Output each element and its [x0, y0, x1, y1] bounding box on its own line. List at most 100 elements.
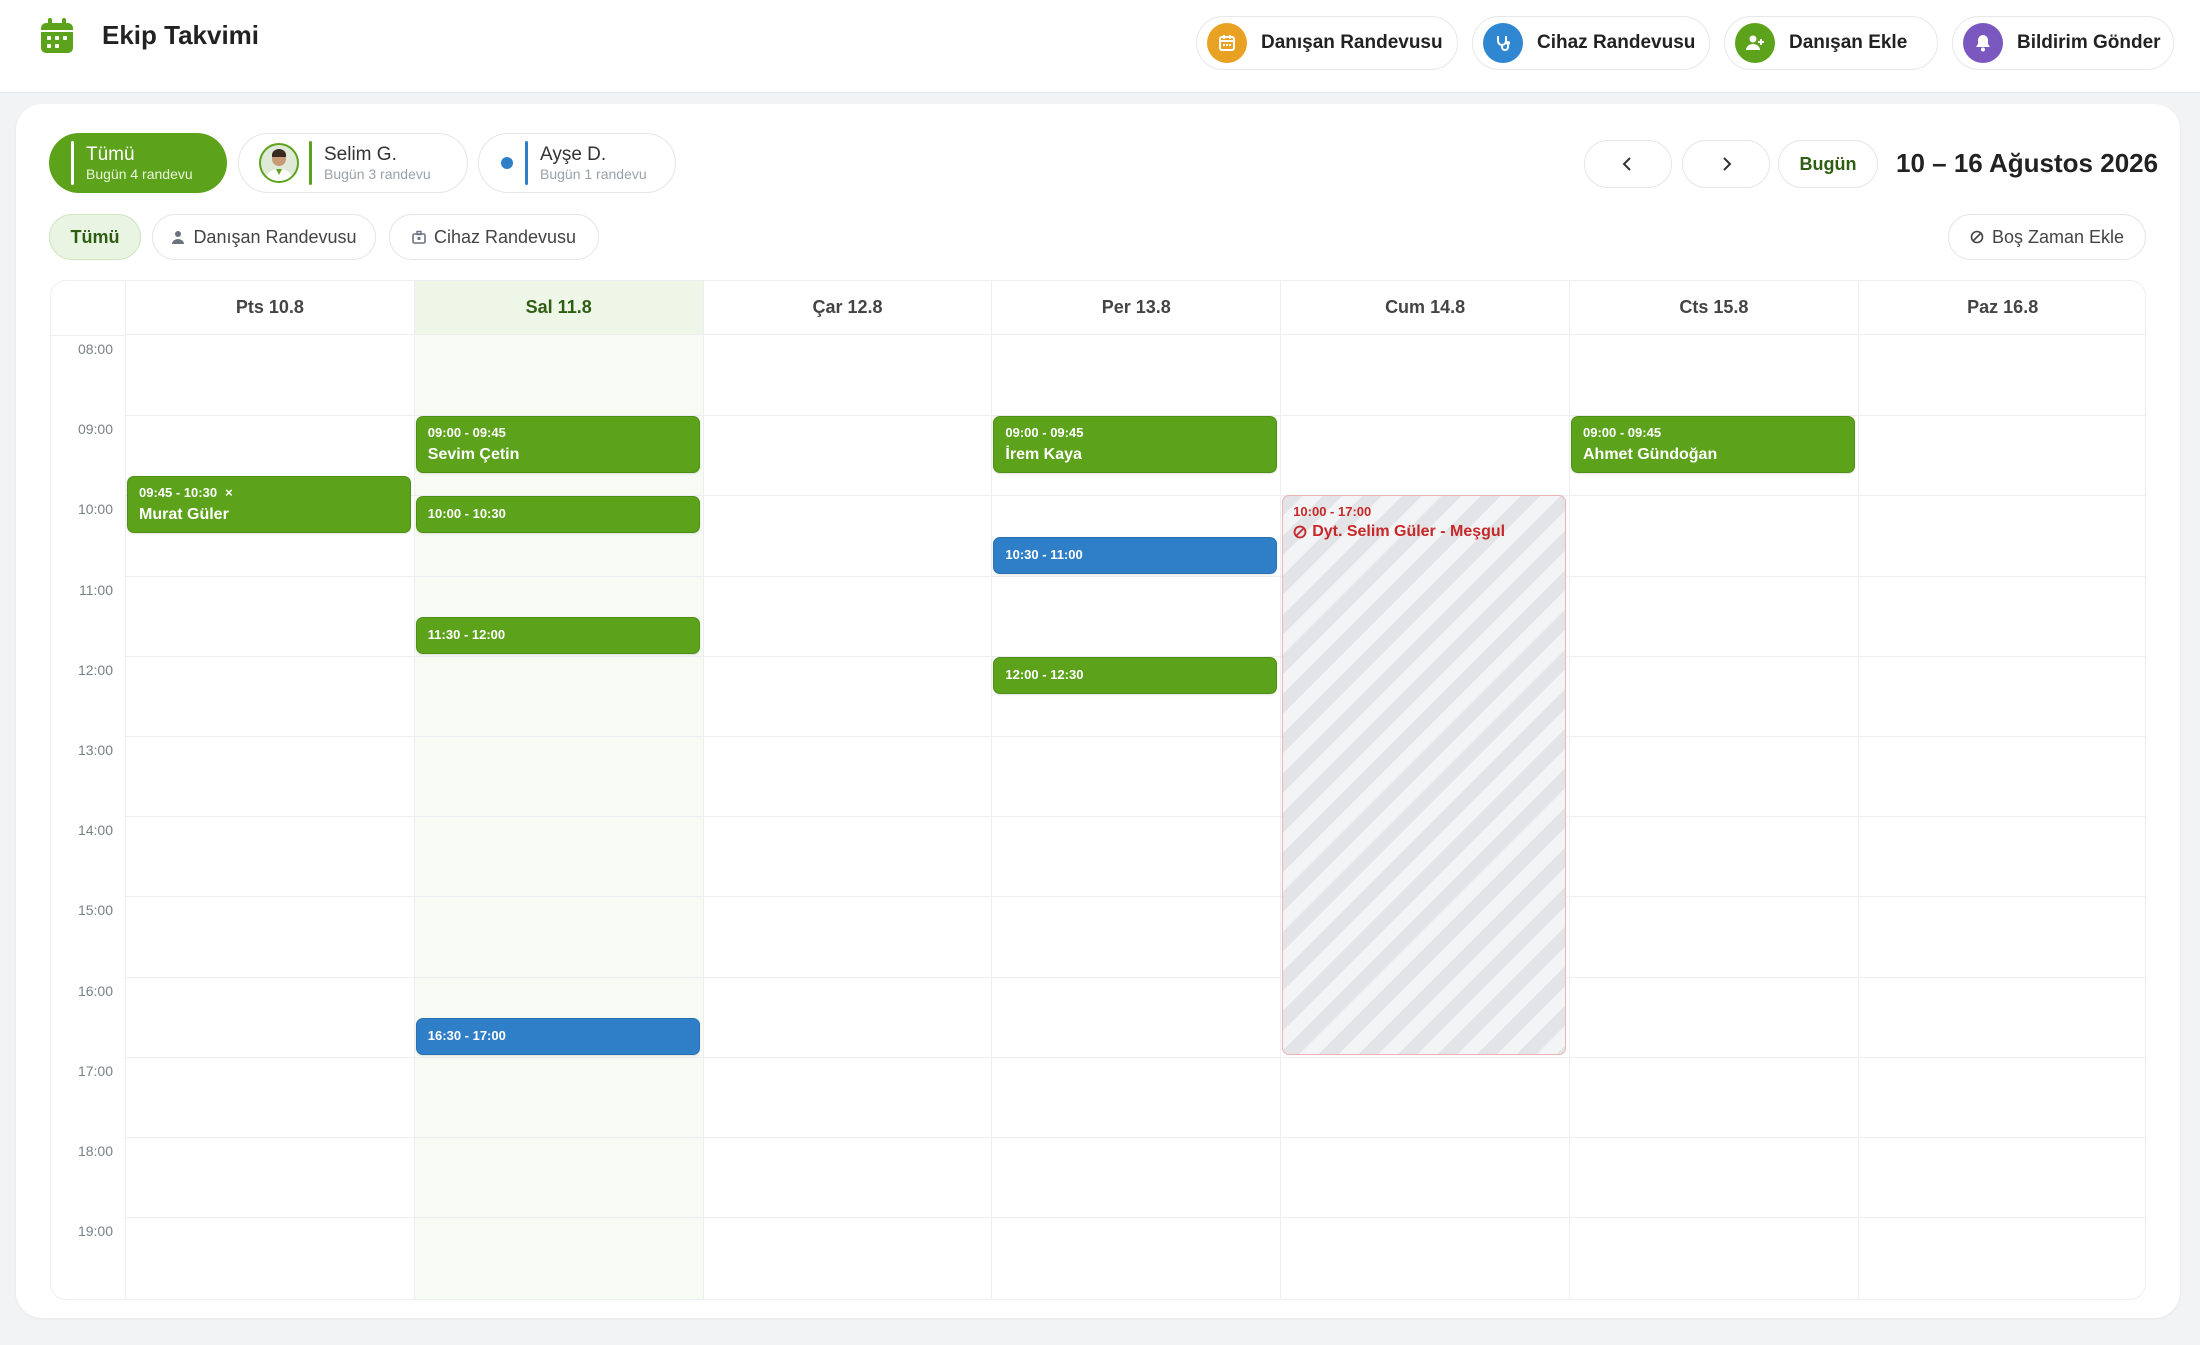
event-time: 16:30 - 17:00	[428, 1028, 689, 1044]
filter-device-appointment[interactable]: Cihaz Randevusu	[389, 214, 599, 260]
event-time-text: 16:30 - 17:00	[427, 1027, 506, 1043]
client-appointment-button[interactable]: Danışan Randevusu	[1196, 16, 1458, 70]
hour-label: 14:00	[77, 822, 113, 839]
week-calendar-grid: Pts 10.8 Sal 11.8 Çar 12.8 Per 13.8 Cum 14.8…	[50, 280, 2146, 1300]
event-client-name: Sevim Çetin	[427, 446, 520, 464]
event-time: 10:00 - 10:30	[428, 506, 689, 522]
time-gutter-header	[51, 281, 125, 336]
staff-pill-all[interactable]: Tümü Bugün 4 randevu	[49, 133, 227, 193]
hour-label: 19:00	[77, 1223, 113, 1240]
ban-icon	[1293, 525, 1307, 539]
staff-pill-selim[interactable]: Selim G. Bugün 3 randevu	[238, 133, 468, 193]
avatar	[259, 143, 299, 183]
day-header[interactable]: Pts 10.8	[125, 281, 414, 335]
day-header[interactable]: Çar 12.8	[702, 281, 992, 335]
close-icon[interactable]: ×	[225, 485, 233, 500]
event-time: 10:30 - 11:00	[1005, 547, 1266, 563]
add-busy-time-button[interactable]: Boş Zaman Ekle	[1948, 214, 2146, 260]
hour-gridline	[125, 1217, 2145, 1219]
staff-pill-text: Selim G. Bugün 3 randevu	[324, 144, 431, 183]
staff-color-dot	[501, 157, 513, 169]
day-header[interactable]: Per 13.8	[991, 281, 1281, 335]
client-appointment-event[interactable]: 09:00 - 09:45 Sevim Çetin	[415, 416, 700, 474]
hour-label: 15:00	[77, 902, 113, 919]
user-plus-icon	[1735, 23, 1775, 63]
event-client-name: Ahmet Gündoğan	[1583, 446, 1718, 464]
client-appointment-event[interactable]: 09:00 - 09:45 İrem Kaya	[993, 416, 1278, 474]
day-header[interactable]: Cts 15.8	[1569, 281, 1858, 335]
event-time-text: 09:45 - 10:30	[139, 485, 218, 501]
today-button[interactable]: Bugün	[1778, 140, 1878, 188]
hour-label: 16:00	[77, 982, 113, 999]
hour-gridline	[125, 816, 2145, 818]
stethoscope-icon	[1483, 23, 1523, 63]
hour-label: 13:00	[77, 742, 113, 758]
staff-count: Bugün 3 randevu	[324, 165, 431, 182]
hour-label: 18:00	[77, 1143, 113, 1159]
hour-gridline	[125, 1137, 2145, 1138]
chevron-left-icon	[1622, 157, 1631, 171]
event-time-text: 09:00 - 09:45	[1583, 425, 1662, 441]
ban-icon	[1970, 230, 1984, 244]
client-appointment-event[interactable]: 11:30 - 12:00	[415, 616, 700, 654]
client-appointment-label: Danışan Randevusu	[1261, 32, 1443, 53]
previous-week-button[interactable]	[1584, 140, 1672, 188]
add-client-button[interactable]: Danışan Ekle	[1724, 16, 1938, 70]
event-time: 09:00 - 09:45	[428, 425, 689, 441]
filter-all[interactable]: Tümü	[49, 214, 141, 260]
staff-name: Ayşe D.	[540, 143, 607, 165]
client-appointment-event[interactable]: 09:45 - 10:30 × Murat Güler	[127, 476, 411, 534]
day-header[interactable]: Paz 16.8	[1857, 281, 2145, 335]
send-notification-label: Bildirim Gönder	[2017, 32, 2161, 53]
client-appointment-event[interactable]: 12:00 - 12:30	[993, 656, 1278, 694]
client-appointment-event[interactable]: 09:00 - 09:45 Ahmet Gündoğan	[1571, 416, 1855, 474]
calendar-card: Tümü Bugün 4 randevu Selim G. Bugün 3 ra…	[16, 104, 2180, 1318]
top-bar: Ekip Takvimi Danışan Randevusu Cihaz Ran…	[0, 0, 2200, 93]
staff-pill-ayse[interactable]: Ayşe D. Bugün 1 randevu	[478, 133, 676, 193]
hour-gridline	[125, 736, 2145, 737]
event-time-text: 09:00 - 09:45	[1005, 425, 1084, 441]
filter-client-label: Danışan Randevusu	[193, 226, 357, 247]
bell-icon	[1963, 23, 2003, 63]
filter-device-label: Cihaz Randevusu	[433, 226, 577, 247]
busy-label-row: Dyt. Selim Güler - Meşgul	[1293, 523, 1555, 541]
send-notification-button[interactable]: Bildirim Gönder	[1952, 16, 2174, 70]
hour-gridline	[125, 1056, 2145, 1058]
busy-label: Dyt. Selim Güler - Meşgul	[1312, 523, 1506, 541]
hour-gridline	[125, 896, 2145, 898]
event-time: 11:30 - 12:00	[428, 627, 689, 643]
device-appointment-event[interactable]: 16:30 - 17:00	[415, 1017, 700, 1055]
event-time: 09:00 - 09:45	[1005, 425, 1266, 441]
hour-gridline	[125, 976, 2145, 978]
calendar-app-icon	[41, 18, 73, 53]
busy-time-block[interactable]: 10:00 - 17:00 Dyt. Selim Güler - Meşgul	[1282, 495, 1566, 1055]
event-time-text: 09:00 - 09:45	[427, 425, 506, 441]
filter-client-appointment[interactable]: Danışan Randevusu	[152, 214, 376, 260]
staff-name: Tümü	[86, 143, 135, 165]
staff-name: Selim G.	[324, 143, 397, 165]
day-header[interactable]: Sal 11.8	[413, 281, 703, 335]
device-appointment-label: Cihaz Randevusu	[1537, 32, 1696, 53]
hour-gridline	[125, 575, 2145, 577]
add-client-label: Danışan Ekle	[1789, 32, 1908, 53]
hour-label: 11:00	[79, 581, 113, 598]
staff-pill-text: Ayşe D. Bugün 1 randevu	[540, 144, 647, 183]
staff-count: Bugün 4 randevu	[86, 165, 193, 182]
event-time: 12:00 - 12:30	[1005, 667, 1266, 683]
briefcase-icon	[412, 230, 426, 244]
hour-label: 09:00	[77, 421, 113, 438]
client-appointment-event[interactable]: 10:00 - 10:30	[415, 496, 700, 534]
event-client-name: Murat Güler	[139, 506, 229, 524]
busy-time: 10:00 - 17:00	[1293, 504, 1372, 520]
page-title: Ekip Takvimi	[102, 20, 260, 50]
next-week-button[interactable]	[1682, 140, 1770, 188]
hour-label: 17:00	[77, 1062, 113, 1079]
event-time-text: 10:00 - 10:30	[427, 506, 506, 522]
staff-color-bar	[309, 141, 312, 185]
person-avatar-icon	[265, 149, 293, 181]
staff-color-bar	[525, 141, 528, 185]
device-appointment-event[interactable]: 10:30 - 11:00	[993, 536, 1278, 574]
calendar-icon	[1207, 23, 1247, 63]
day-header[interactable]: Cum 14.8	[1280, 281, 1569, 335]
device-appointment-button[interactable]: Cihaz Randevusu	[1472, 16, 1710, 70]
